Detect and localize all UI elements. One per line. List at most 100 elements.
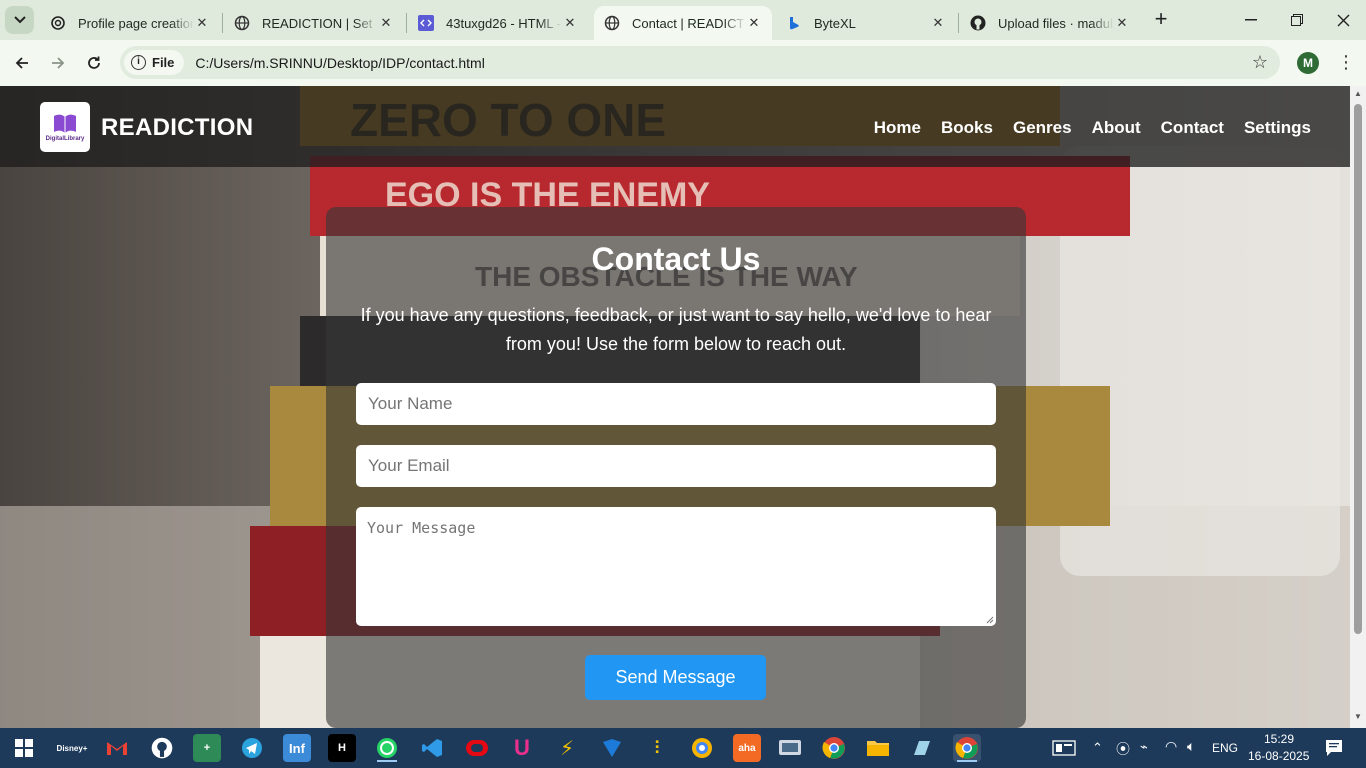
tab-strip: Profile page creation ✕ READICTION | Set… xyxy=(0,0,1366,40)
tab-html-editor[interactable]: 43tuxgd26 - HTML - C ✕ xyxy=(408,6,588,40)
address-bar[interactable]: i File C:/Users/m.SRINNU/Desktop/IDP/con… xyxy=(120,46,1280,79)
globe-icon xyxy=(604,15,620,31)
tab-title: 43tuxgd26 - HTML - C xyxy=(446,15,562,31)
hotstar-icon[interactable]: Disney+ xyxy=(57,734,88,762)
close-tab-icon[interactable]: ✕ xyxy=(378,15,394,31)
clock-date[interactable]: 16-08-2025 xyxy=(1248,749,1309,763)
reload-button[interactable] xyxy=(80,49,108,77)
chrome-icon[interactable] xyxy=(820,734,848,762)
task-view-icon[interactable] xyxy=(1050,734,1078,762)
minimize-icon xyxy=(1245,19,1257,21)
start-button[interactable] xyxy=(10,734,38,762)
app-icon[interactable] xyxy=(598,734,626,762)
scroll-down-arrow-icon[interactable]: ▼ xyxy=(1354,712,1362,721)
nav-settings[interactable]: Settings xyxy=(1244,118,1311,138)
photos-icon[interactable] xyxy=(688,734,716,762)
close-tab-icon[interactable]: ✕ xyxy=(194,15,210,31)
close-icon xyxy=(1337,14,1349,26)
info-icon: i xyxy=(131,55,146,70)
tab-search-button[interactable] xyxy=(5,6,34,34)
onedrive-icon[interactable]: ⦿ xyxy=(1116,739,1130,759)
app-icon[interactable]: ⫶ xyxy=(643,734,671,762)
udemy-icon[interactable]: U xyxy=(508,734,536,762)
hackerrank-icon[interactable]: H xyxy=(328,734,356,762)
send-message-button[interactable]: Send Message xyxy=(585,655,766,700)
name-input[interactable] xyxy=(356,383,996,425)
whatsapp-icon[interactable] xyxy=(373,734,401,762)
close-tab-icon[interactable]: ✕ xyxy=(1114,15,1130,31)
tab-readiction-settings[interactable]: READICTION | Set ✕ xyxy=(224,6,404,40)
tab-title: ByteXL xyxy=(814,15,856,31)
tab-contact-active[interactable]: Contact | READICT ✕ xyxy=(594,6,772,40)
language-indicator[interactable]: ENG xyxy=(1212,741,1238,755)
resize-grip-icon[interactable] xyxy=(986,616,994,624)
openai-icon xyxy=(50,15,66,31)
nav-home[interactable]: Home xyxy=(874,118,921,138)
tab-separator xyxy=(406,13,407,33)
app-icon[interactable] xyxy=(463,734,491,762)
main-nav: Home Books Genres About Contact Settings xyxy=(874,118,1311,138)
power-plug-icon[interactable]: ⌁ xyxy=(1140,739,1148,755)
app-icon[interactable]: ⚡ xyxy=(553,734,581,762)
infosys-icon[interactable]: Inf xyxy=(283,734,311,762)
gmail-icon[interactable] xyxy=(103,734,131,762)
back-button[interactable] xyxy=(8,49,36,77)
restore-button[interactable] xyxy=(1274,0,1320,40)
tab-profile-page-creation[interactable]: Profile page creation ✕ xyxy=(40,6,220,40)
chrome-profile-icon[interactable] xyxy=(953,734,981,762)
bookmark-star-icon[interactable]: ☆ xyxy=(1252,52,1268,73)
page-scrollbar[interactable]: ▲ ▼ xyxy=(1350,86,1366,728)
telegram-icon[interactable] xyxy=(238,734,266,762)
tab-bytexl[interactable]: ByteXL ✕ xyxy=(776,6,956,40)
tab-github-upload[interactable]: Upload files · madubl ✕ xyxy=(960,6,1140,40)
site-brand[interactable]: READICTION xyxy=(101,114,253,142)
notification-icon[interactable] xyxy=(1320,734,1348,762)
email-input[interactable] xyxy=(356,445,996,487)
file-explorer-icon[interactable] xyxy=(864,734,892,762)
windows-taskbar: Disney+ + Inf H U ⚡ ⫶ aha ⌃ ⦿ ⌁ ◠ 🔈︎ ENG… xyxy=(0,728,1366,768)
site-logo[interactable]: DigitalLibrary xyxy=(40,102,90,152)
github-icon[interactable] xyxy=(148,734,176,762)
message-textarea[interactable] xyxy=(356,507,996,626)
app-icon[interactable] xyxy=(776,734,804,762)
logo-text: DigitalLibrary xyxy=(45,136,85,142)
close-tab-icon[interactable]: ✕ xyxy=(746,15,762,31)
app-icon[interactable] xyxy=(908,734,936,762)
arrow-right-icon xyxy=(52,57,65,69)
close-window-button[interactable] xyxy=(1320,0,1366,40)
tab-title: READICTION | Set xyxy=(262,15,373,31)
contact-title: Contact Us xyxy=(591,241,761,277)
nav-genres[interactable]: Genres xyxy=(1013,118,1072,138)
vscode-icon[interactable] xyxy=(418,734,446,762)
profile-avatar[interactable]: M xyxy=(1297,52,1319,74)
site-info-chip[interactable]: i File xyxy=(124,50,185,75)
minimize-button[interactable] xyxy=(1228,0,1274,40)
scrollbar-thumb[interactable] xyxy=(1354,104,1362,634)
tab-title: Upload files · madubl xyxy=(998,15,1114,31)
app-icon[interactable]: + xyxy=(193,734,221,762)
close-tab-icon[interactable]: ✕ xyxy=(562,15,578,31)
tab-separator xyxy=(222,13,223,33)
book-logo-icon xyxy=(54,114,76,133)
site-header: DigitalLibrary READICTION Home Books Gen… xyxy=(0,86,1350,167)
nav-contact[interactable]: Contact xyxy=(1161,118,1224,138)
forward-button[interactable] xyxy=(44,49,72,77)
github-icon xyxy=(970,15,986,31)
arrow-left-icon xyxy=(15,57,28,69)
wifi-icon[interactable]: ◠ xyxy=(1165,738,1177,755)
aha-icon[interactable]: aha xyxy=(733,734,761,762)
scroll-up-arrow-icon[interactable]: ▲ xyxy=(1354,89,1362,98)
new-tab-button[interactable]: + xyxy=(1150,8,1172,32)
tray-overflow-chevron-icon[interactable]: ⌃ xyxy=(1092,740,1103,756)
url-text[interactable]: C:/Users/m.SRINNU/Desktop/IDP/contact.ht… xyxy=(195,55,484,71)
globe-icon xyxy=(234,15,250,31)
nav-books[interactable]: Books xyxy=(941,118,993,138)
menu-icon[interactable]: ⋮ xyxy=(1337,50,1355,76)
close-tab-icon[interactable]: ✕ xyxy=(930,15,946,31)
tab-title: Profile page creation xyxy=(78,15,194,31)
nav-about[interactable]: About xyxy=(1092,118,1141,138)
volume-icon[interactable]: 🔈︎ xyxy=(1187,738,1195,755)
clock-time[interactable]: 15:29 xyxy=(1264,732,1294,746)
tab-title: Contact | READICT xyxy=(632,15,745,31)
contact-card: Contact Us If you have any questions, fe… xyxy=(326,207,1026,728)
